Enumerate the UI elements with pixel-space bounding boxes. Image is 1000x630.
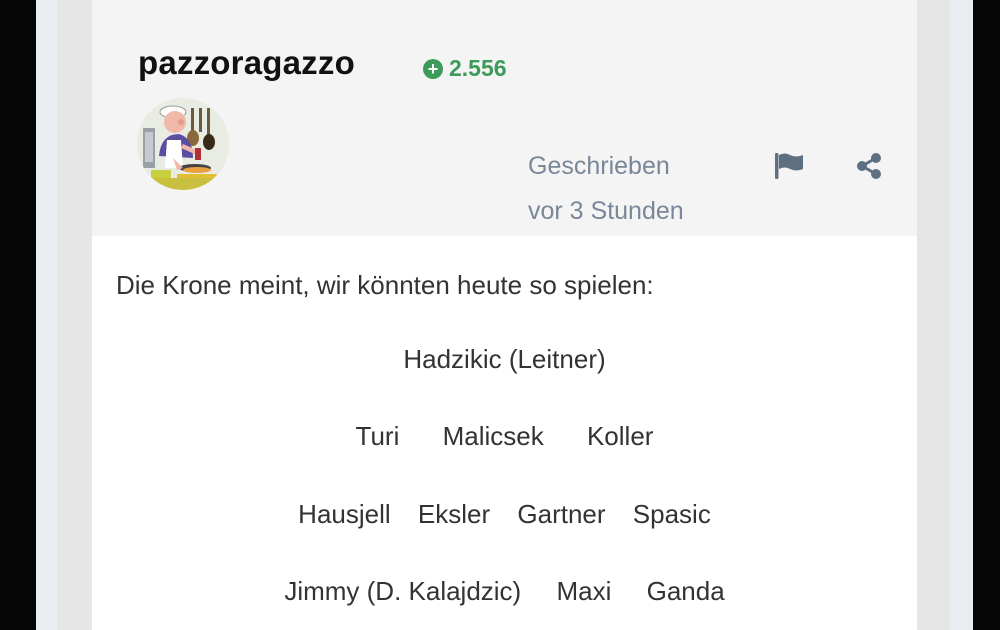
lineup-player: Malicsek — [442, 421, 544, 451]
reputation-value: 2.556 — [449, 55, 507, 81]
avatar[interactable] — [137, 98, 229, 190]
lineup-player: Turi — [355, 421, 400, 451]
lineup-player: Hausjell — [298, 499, 391, 529]
lineup-player: Spasic — [632, 499, 711, 529]
lineup-player: Jimmy (D. Kalajdzic) — [284, 576, 522, 606]
author-name[interactable]: pazzoragazzo — [138, 44, 355, 82]
share-button[interactable] — [851, 148, 887, 184]
lineup-row-defense: Turi Malicsek Koller — [92, 421, 917, 452]
lineup-row-goalkeeper: Hadzikic (Leitner) — [92, 344, 917, 375]
lineup-player: Eksler — [417, 499, 491, 529]
lineup-player: Maxi — [556, 576, 612, 606]
device-frame-left — [0, 0, 36, 630]
lineup-row-attack: Jimmy (D. Kalajdzic) Maxi Ganda — [92, 576, 917, 607]
post-header: pazzoragazzo + 2.556 Geschrieben vor 3 S… — [92, 0, 917, 236]
avatar-image — [137, 98, 229, 190]
post-intro-text: Die Krone meint, wir könnten heute so sp… — [116, 270, 654, 300]
timestamp-relative: vor 3 Stunden — [528, 197, 684, 225]
plus-circle-icon: + — [423, 58, 443, 79]
report-button[interactable] — [771, 148, 807, 184]
lineup-row-midfield: Hausjell Eksler Gartner Spasic — [92, 499, 917, 530]
lineup-player: Hadzikic (Leitner) — [403, 344, 606, 374]
lineup-player: Ganda — [646, 576, 725, 606]
timestamp-label: Geschrieben — [528, 152, 670, 180]
lineup-player: Gartner — [517, 499, 606, 529]
device-frame-right — [973, 0, 1000, 630]
post-content: Die Krone meint, wir könnten heute so sp… — [92, 236, 917, 630]
lineup-player: Koller — [586, 421, 654, 451]
post-timestamp: Geschrieben vor 3 Stunden — [528, 144, 748, 234]
share-icon — [857, 153, 881, 179]
forum-post: pazzoragazzo + 2.556 Geschrieben vor 3 S… — [92, 0, 917, 630]
reputation-badge[interactable]: + 2.556 — [423, 55, 507, 82]
flag-icon — [775, 153, 803, 179]
